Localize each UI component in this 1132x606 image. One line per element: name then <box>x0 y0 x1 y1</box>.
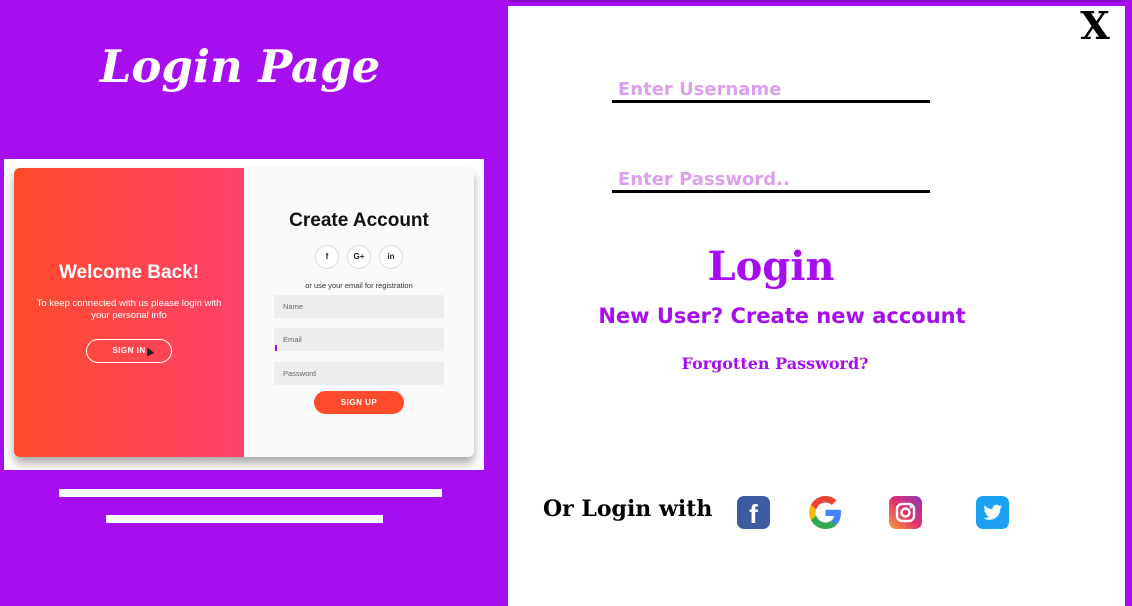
preview-welcome-text: To keep connected with us please login w… <box>36 298 222 321</box>
password-input[interactable] <box>612 163 930 193</box>
preview-facebook-icon: f <box>315 245 339 269</box>
preview-create-title: Create Account <box>289 210 429 231</box>
preview-welcome-title: Welcome Back! <box>58 262 200 283</box>
or-login-with-label: Or Login with <box>543 496 713 522</box>
preview-linkedin-icon: in <box>379 245 403 269</box>
preview-googleplus-icon: G+ <box>347 245 371 269</box>
preview-name-field: Name <box>274 295 444 318</box>
decorative-bar <box>106 515 383 523</box>
login-button[interactable]: Login <box>668 240 874 294</box>
preview-sign-in-button: SIGN IN <box>86 339 172 363</box>
preview-password-field: Password <box>274 362 444 385</box>
preview-image: Welcome Back! To keep connected with us … <box>4 159 484 470</box>
page-title: Login Page <box>99 40 381 93</box>
close-button[interactable]: X <box>1075 4 1115 48</box>
preview-use-email-text: or use your email for registration <box>305 281 413 290</box>
create-account-link[interactable]: New User? Create new account <box>568 304 996 328</box>
preview-email-field: Email <box>274 328 444 351</box>
right-border <box>1125 0 1132 606</box>
forgot-password-link[interactable]: Forgotten Password? <box>648 354 902 373</box>
google-icon[interactable] <box>809 496 842 529</box>
instagram-icon[interactable] <box>889 496 922 529</box>
twitter-icon[interactable] <box>976 496 1009 529</box>
login-form-panel: X Login New User? Create new account For… <box>508 4 1125 606</box>
preview-card: Welcome Back! To keep connected with us … <box>14 168 474 457</box>
preview-welcome-panel: Welcome Back! To keep connected with us … <box>14 168 244 457</box>
username-input[interactable] <box>612 73 930 103</box>
facebook-icon[interactable]: f <box>737 496 770 529</box>
preview-sign-up-button: SIGN UP <box>314 391 404 414</box>
left-panel: Login Page Welcome Back! To keep connect… <box>0 0 508 606</box>
preview-text-caret <box>275 345 277 351</box>
decorative-bar <box>59 489 442 497</box>
